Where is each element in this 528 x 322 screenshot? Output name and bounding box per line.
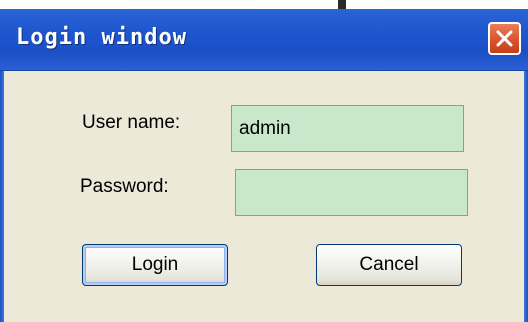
username-label: User name:: [82, 112, 181, 133]
password-input[interactable]: [235, 169, 468, 216]
top-strip: [0, 0, 528, 9]
username-input[interactable]: [231, 105, 464, 152]
client-area: User name: Password: Login Cancel: [4, 71, 524, 322]
password-label: Password:: [80, 176, 169, 197]
login-window: Login window User name: Password: Login …: [0, 9, 528, 322]
window-title: Login window: [16, 25, 187, 50]
top-strip-notch: [338, 0, 346, 9]
close-button[interactable]: [488, 22, 521, 55]
cancel-button[interactable]: Cancel: [316, 244, 462, 286]
login-button[interactable]: Login: [82, 244, 228, 286]
window-border-right: [524, 71, 528, 322]
close-icon: [496, 30, 513, 47]
title-bar[interactable]: Login window: [0, 9, 528, 71]
